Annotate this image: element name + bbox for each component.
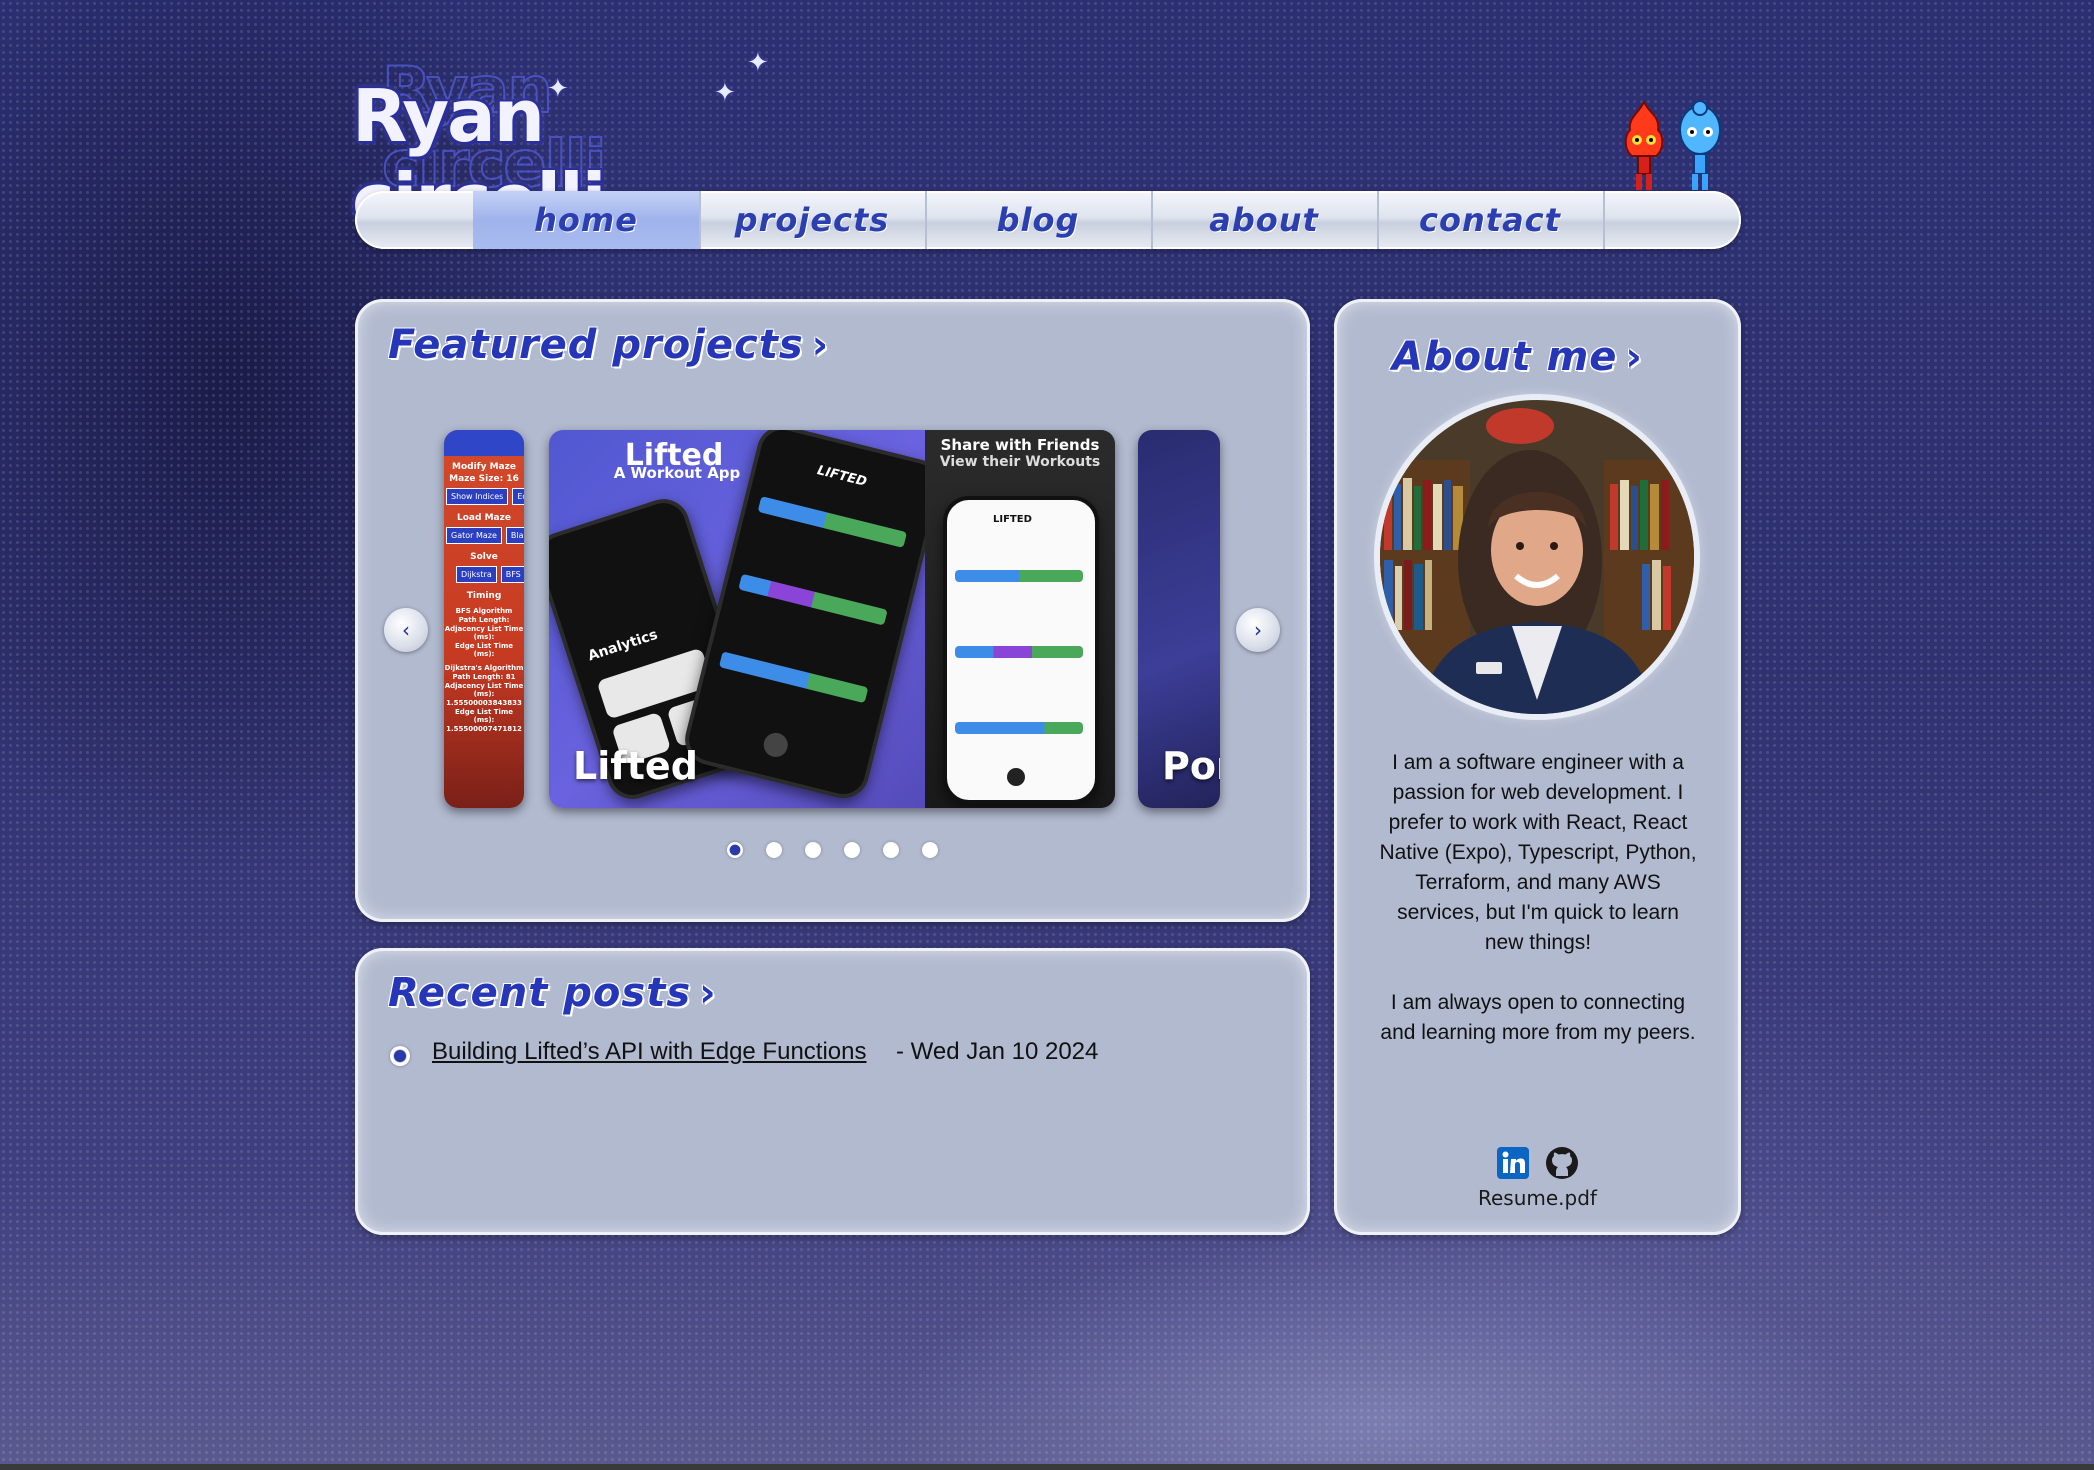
workout-bar: [757, 496, 908, 548]
add-icon: [761, 730, 791, 760]
carousel-dot[interactable]: [844, 842, 860, 858]
workout-bar: [955, 722, 1083, 734]
maze-text: Edge List Time (ms):: [454, 708, 513, 724]
recent-posts-title[interactable]: Recent posts ›: [388, 970, 717, 1016]
maze-button: Edit M: [512, 488, 524, 505]
bottom-edge: [0, 1464, 2094, 1470]
star-icon: ✦: [547, 74, 569, 104]
chevron-right-icon: ›: [811, 322, 830, 368]
avatar: [1380, 400, 1694, 714]
nav-contact[interactable]: contact: [1377, 191, 1605, 249]
recent-posts-title-text: Recent posts: [388, 970, 692, 1016]
maze-text: 1.55500007471812: [446, 725, 522, 733]
about-paragraph: I am a software engineer with a passion …: [1379, 751, 1697, 954]
chevron-right-icon: ›: [699, 970, 717, 1016]
carousel-dot[interactable]: [883, 842, 899, 858]
maze-button: Blank M: [505, 527, 524, 544]
maze-text: Dijkstra's Algorithm: [444, 664, 524, 672]
chevron-right-icon: ›: [1625, 334, 1643, 380]
share-panel: Share with Friends View their Workouts L…: [925, 430, 1115, 808]
maze-topbar: [444, 430, 524, 456]
app-header: LIFTED: [993, 514, 1032, 525]
about-paragraph: I am always open to connecting and learn…: [1380, 991, 1696, 1044]
maze-text: Timing: [466, 591, 502, 601]
featured-projects-title-text: Featured projects: [388, 322, 804, 368]
nav-blog[interactable]: blog: [925, 191, 1153, 249]
maze-button: Show Indices: [446, 488, 509, 505]
app-header: LIFTED: [815, 463, 869, 490]
card-label: Por: [1162, 744, 1220, 788]
water-character-icon: [1679, 100, 1721, 190]
about-me-title[interactable]: About me ›: [1392, 334, 1643, 380]
analytics-label: Analytics: [586, 626, 660, 665]
maze-text: BFS Algorithm: [455, 607, 513, 615]
about-bio: I am a software engineer with a passion …: [1378, 748, 1698, 1048]
maze-text: Path Length:: [458, 616, 510, 624]
carousel-dot[interactable]: [922, 842, 938, 858]
share-subtitle: View their Workouts: [939, 454, 1101, 470]
maze-text: Adjacency List Time (ms):: [444, 682, 524, 698]
nav-home[interactable]: home: [473, 191, 701, 249]
profile-photo: [1380, 400, 1694, 714]
project-card-portfolio[interactable]: Por: [1138, 430, 1220, 808]
share-title: Share with Friends: [940, 436, 1100, 454]
maze-text: 1.55500003843833: [446, 699, 522, 707]
card-label: Lifted: [573, 744, 698, 788]
chevron-right-icon: ›: [1254, 618, 1262, 642]
linkedin-icon: [1497, 1147, 1529, 1179]
maze-text: Path Length: 81: [452, 673, 516, 681]
carousel-dot[interactable]: [805, 842, 821, 858]
star-icon: ✦: [714, 78, 736, 108]
lifted-subtitle: A Workout App: [613, 464, 741, 482]
carousel-prev-button[interactable]: ‹: [384, 608, 428, 652]
carousel-next-button[interactable]: ›: [1236, 608, 1280, 652]
phone-mockup: LIFTED: [679, 430, 947, 804]
fire-water-characters: [1620, 100, 1730, 200]
site-logo[interactable]: Ryan circelli Ryan circelli ✦ ✦ ✦: [352, 48, 792, 242]
project-card-lifted[interactable]: Lifted A Workout App Analytics LIFTED Li…: [549, 430, 1115, 808]
featured-projects-title[interactable]: Featured projects ›: [388, 322, 829, 368]
fire-character-icon: [1624, 100, 1664, 190]
workout-bar: [955, 570, 1083, 582]
github-icon: [1546, 1147, 1578, 1179]
maze-text: Modify Maze: [452, 462, 516, 472]
maze-text: Load Maze: [457, 513, 511, 523]
nav-projects[interactable]: projects: [699, 191, 927, 249]
maze-text: Edge List Time (ms):: [454, 642, 513, 658]
workout-bar: [718, 651, 869, 704]
resume-link[interactable]: Resume.pdf: [1478, 1186, 1597, 1210]
workout-bar: [955, 646, 1083, 658]
github-icon[interactable]: [1545, 1146, 1579, 1180]
about-me-title-text: About me: [1392, 334, 1618, 380]
carousel-dot[interactable]: [727, 842, 743, 858]
project-card-maze[interactable]: Modify Maze Maze Size: 16 Show IndicesEd…: [444, 430, 524, 808]
chevron-left-icon: ‹: [402, 618, 410, 642]
bullet-icon: [390, 1046, 410, 1066]
maze-button: Dijkstra: [456, 566, 497, 583]
linkedin-icon[interactable]: [1496, 1146, 1530, 1180]
maze-text: Solve: [470, 552, 498, 562]
phone-mockup: LIFTED: [943, 496, 1099, 804]
maze-button: Gator Maze: [446, 527, 502, 544]
star-icon: ✦: [747, 48, 769, 78]
workout-bar: [738, 573, 888, 626]
add-icon: [1007, 768, 1025, 786]
post-date: - Wed Jan 10 2024: [896, 1038, 1099, 1065]
post-link[interactable]: Building Lifted’s API with Edge Function…: [432, 1038, 866, 1066]
main-nav: home projects blog about contact: [355, 191, 1741, 249]
maze-text: Adjacency List Time (ms):: [444, 625, 524, 641]
nav-about[interactable]: about: [1151, 191, 1379, 249]
maze-button: BFS: [500, 566, 524, 583]
maze-text: Maze Size: 16: [449, 474, 519, 484]
carousel-dot[interactable]: [766, 842, 782, 858]
